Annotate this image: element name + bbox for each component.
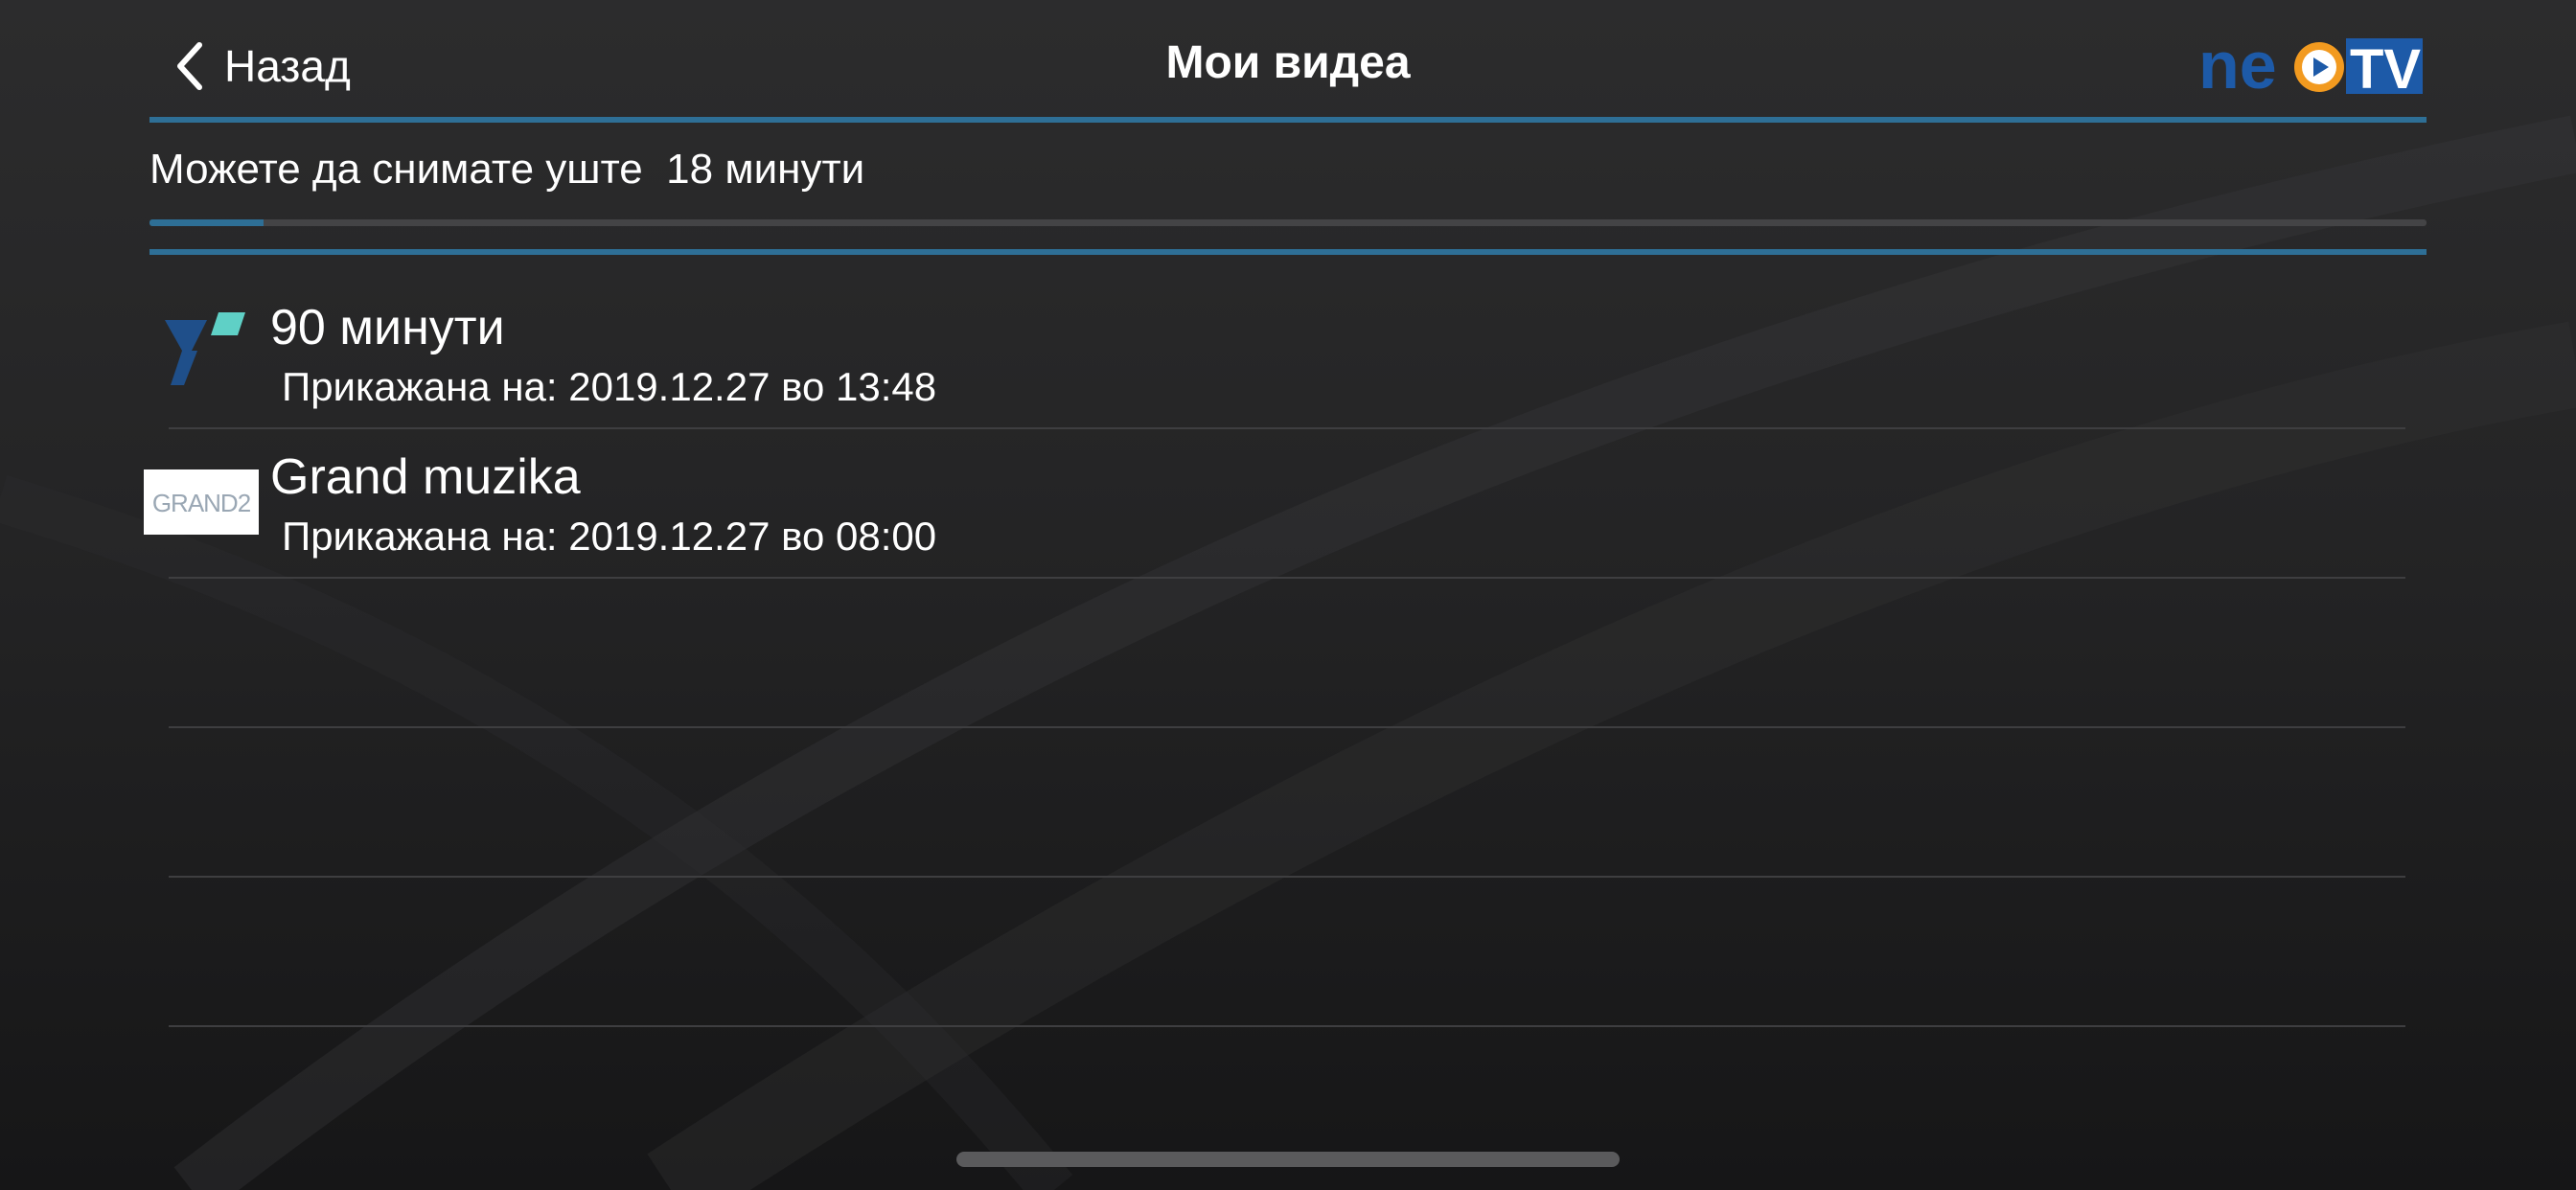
- empty-list-row: [0, 728, 2576, 878]
- video-list-item[interactable]: 90 минути Прикажана на: 2019.12.27 во 13…: [0, 280, 2576, 429]
- empty-list-row: [0, 579, 2576, 728]
- home-indicator[interactable]: [956, 1152, 1620, 1167]
- grand2-channel-logo-icon: GRAND2: [144, 469, 259, 535]
- header-bar: Назад Мои видеа ne TV: [0, 0, 2576, 121]
- logo-text-right: TV: [2350, 38, 2421, 96]
- quota-divider: [150, 249, 2426, 255]
- header-divider: [150, 117, 2426, 123]
- video-title: 90 минути: [270, 300, 505, 355]
- empty-list-row: [0, 878, 2576, 1027]
- quota-progress-fill: [150, 219, 264, 226]
- grand2-logo-text: GRAND2: [152, 489, 251, 517]
- tv-channel-logo-icon: [163, 312, 245, 387]
- quota-progress-bar: [150, 219, 2426, 226]
- video-broadcast-time: Прикажана на: 2019.12.27 во 08:00: [282, 514, 937, 559]
- neotv-logo: ne TV: [2198, 28, 2423, 103]
- row-separator: [169, 1025, 2405, 1027]
- recording-quota-text: Можете да снимате уште 18 минути: [150, 146, 865, 193]
- video-title: Grand muzika: [270, 449, 581, 505]
- page-title: Мои видеа: [1165, 37, 1411, 88]
- video-list-item[interactable]: GRAND2 Grand muzika Прикажана на: 2019.1…: [0, 429, 2576, 579]
- video-broadcast-time: Прикажана на: 2019.12.27 во 13:48: [282, 364, 937, 409]
- video-list: 90 минути Прикажана на: 2019.12.27 во 13…: [0, 280, 2576, 1027]
- logo-text-left: ne: [2198, 34, 2277, 96]
